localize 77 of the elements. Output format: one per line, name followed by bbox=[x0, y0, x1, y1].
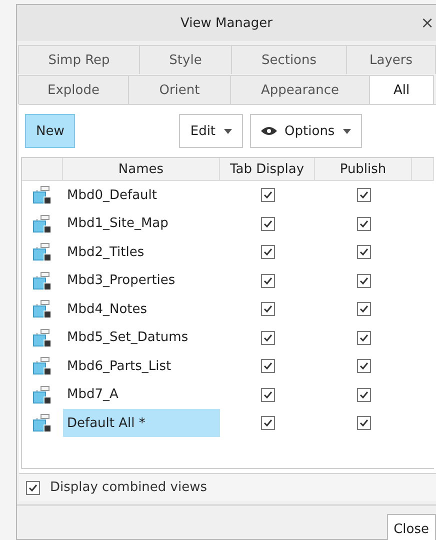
checkbox[interactable] bbox=[260, 188, 274, 202]
tick-icon bbox=[262, 304, 272, 314]
tick-icon bbox=[358, 276, 368, 286]
eye-icon bbox=[260, 126, 277, 136]
checkbox[interactable] bbox=[260, 359, 274, 374]
view-icon bbox=[32, 243, 52, 262]
checkbox[interactable] bbox=[356, 330, 370, 345]
tick-icon bbox=[358, 418, 368, 428]
view-icon bbox=[32, 300, 52, 318]
view-icon bbox=[32, 328, 52, 347]
view-name[interactable]: Mbd0_Default bbox=[63, 181, 220, 210]
view-name[interactable]: Mbd2_Titles bbox=[63, 238, 220, 266]
tick-icon bbox=[262, 276, 272, 286]
view-name[interactable]: Mbd5_Set_Datums bbox=[63, 324, 220, 352]
tick-icon bbox=[358, 247, 368, 258]
edit-button[interactable]: Edit bbox=[179, 114, 243, 148]
tab[interactable]: Appearance bbox=[230, 75, 370, 104]
view-name[interactable]: Mbd3_Properties bbox=[63, 266, 220, 295]
tab[interactable]: Layers bbox=[346, 45, 436, 74]
view-name[interactable]: Default All * bbox=[63, 409, 220, 438]
view-icon bbox=[32, 386, 52, 404]
tick-icon bbox=[262, 418, 272, 428]
tick-icon bbox=[262, 190, 272, 200]
checkbox[interactable] bbox=[260, 274, 274, 288]
view-name[interactable]: Mbd1_Site_Map bbox=[63, 210, 220, 238]
tab[interactable]: Simp Rep bbox=[18, 45, 140, 74]
view-icon bbox=[32, 357, 52, 376]
checkbox[interactable] bbox=[260, 302, 274, 316]
options-button[interactable]: Options bbox=[250, 114, 362, 148]
new-button[interactable]: New bbox=[25, 114, 76, 148]
tick-icon bbox=[262, 332, 272, 343]
checkbox[interactable] bbox=[356, 302, 370, 316]
tab[interactable]: Explode bbox=[18, 75, 129, 104]
view-name[interactable]: Mbd7_A bbox=[63, 380, 220, 409]
tick-icon bbox=[262, 218, 272, 229]
checkbox[interactable] bbox=[260, 330, 274, 345]
column-header[interactable]: Names bbox=[63, 158, 220, 180]
tick-icon bbox=[358, 361, 368, 372]
tick-icon bbox=[358, 304, 368, 314]
column-header[interactable]: Publish bbox=[315, 158, 412, 180]
window-title: View Manager bbox=[180, 16, 272, 30]
checkbox[interactable] bbox=[260, 416, 274, 430]
tab[interactable]: All bbox=[369, 75, 434, 104]
close-button[interactable]: × bbox=[420, 13, 434, 32]
checkbox[interactable] bbox=[356, 359, 370, 374]
tab[interactable]: Orient bbox=[128, 75, 231, 104]
tick-icon bbox=[28, 482, 38, 492]
checkbox[interactable] bbox=[356, 388, 370, 402]
tick-icon bbox=[358, 390, 368, 400]
checkbox-label: Display combined views bbox=[50, 480, 208, 495]
view-name[interactable]: Mbd4_Notes bbox=[63, 295, 220, 324]
tab[interactable]: Sections bbox=[231, 45, 347, 74]
caret-icon bbox=[342, 128, 351, 134]
tick-icon bbox=[262, 390, 272, 400]
checkbox[interactable] bbox=[356, 245, 370, 260]
checkbox[interactable] bbox=[356, 274, 370, 288]
view-icon bbox=[32, 214, 52, 233]
column-header[interactable]: Tab Display bbox=[220, 158, 315, 180]
checkbox[interactable] bbox=[356, 188, 370, 202]
checkbox[interactable] bbox=[26, 480, 40, 494]
view-name[interactable]: Mbd6_Parts_List bbox=[63, 352, 220, 380]
caret-icon bbox=[224, 128, 232, 134]
checkbox[interactable] bbox=[260, 388, 274, 402]
close-button[interactable]: Close bbox=[386, 514, 436, 540]
tick-icon bbox=[358, 218, 368, 229]
tick-icon bbox=[262, 247, 272, 258]
view-icon bbox=[32, 186, 52, 204]
view-icon bbox=[32, 414, 52, 432]
checkbox[interactable] bbox=[356, 416, 370, 430]
checkbox[interactable] bbox=[260, 216, 274, 231]
checkbox[interactable] bbox=[356, 216, 370, 231]
tick-icon bbox=[262, 361, 272, 372]
view-icon bbox=[32, 272, 52, 290]
tab[interactable]: Style bbox=[139, 45, 232, 74]
tick-icon bbox=[358, 190, 368, 200]
checkbox[interactable] bbox=[260, 245, 274, 260]
tick-icon bbox=[358, 332, 368, 343]
